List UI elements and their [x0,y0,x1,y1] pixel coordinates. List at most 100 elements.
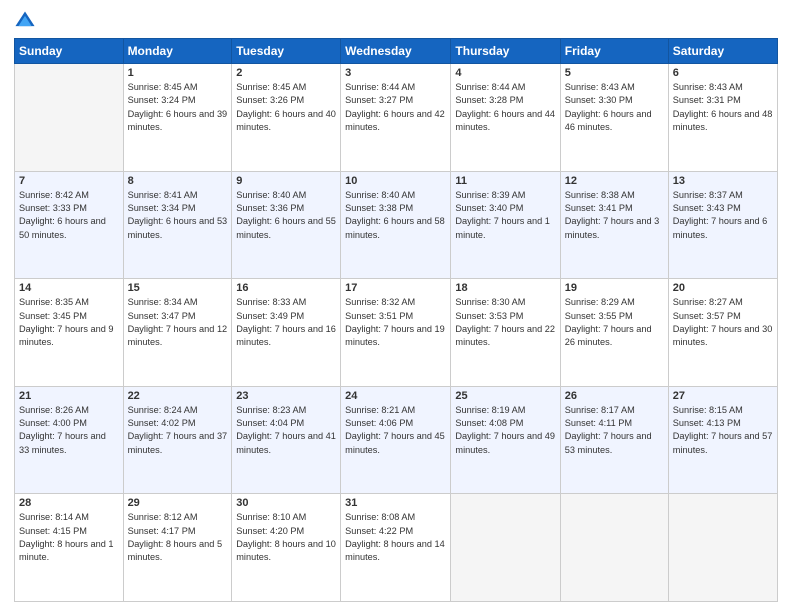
day-info: Sunrise: 8:17 AMSunset: 4:11 PMDaylight:… [565,404,664,457]
day-number: 8 [128,175,228,187]
day-info: Sunrise: 8:40 AMSunset: 3:38 PMDaylight:… [345,189,446,242]
day-info: Sunrise: 8:43 AMSunset: 3:30 PMDaylight:… [565,81,664,134]
calendar-cell: 12 Sunrise: 8:38 AMSunset: 3:41 PMDayligh… [560,171,668,279]
day-number: 11 [455,175,555,187]
day-info: Sunrise: 8:35 AMSunset: 3:45 PMDaylight:… [19,296,119,349]
day-number: 30 [236,497,336,509]
day-info: Sunrise: 8:30 AMSunset: 3:53 PMDaylight:… [455,296,555,349]
day-info: Sunrise: 8:26 AMSunset: 4:00 PMDaylight:… [19,404,119,457]
calendar-cell: 24 Sunrise: 8:21 AMSunset: 4:06 PMDayligh… [341,386,451,494]
day-info: Sunrise: 8:21 AMSunset: 4:06 PMDaylight:… [345,404,446,457]
header-thursday: Thursday [451,39,560,64]
calendar-cell: 1 Sunrise: 8:45 AMSunset: 3:24 PMDaylight… [123,64,232,172]
calendar-cell: 17Sunrise: 8:32 AMSunset: 3:51 PMDayligh… [341,279,451,387]
calendar-cell: 3Sunrise: 8:44 AMSunset: 3:27 PMDaylight… [341,64,451,172]
day-number: 17 [345,282,446,294]
calendar-week-1: 1 Sunrise: 8:45 AMSunset: 3:24 PMDaylight… [15,64,778,172]
calendar-cell: 27Sunrise: 8:15 AMSunset: 4:13 PMDayligh… [668,386,777,494]
calendar-cell: 31 Sunrise: 8:08 AMSunset: 4:22 PMDayligh… [341,494,451,602]
header-tuesday: Tuesday [232,39,341,64]
day-number: 18 [455,282,555,294]
calendar-cell: 11 Sunrise: 8:39 AMSunset: 3:40 PMDayligh… [451,171,560,279]
header-saturday: Saturday [668,39,777,64]
header-friday: Friday [560,39,668,64]
day-number: 9 [236,175,336,187]
calendar-cell: 20 Sunrise: 8:27 AMSunset: 3:57 PMDayligh… [668,279,777,387]
day-number: 7 [19,175,119,187]
calendar-header-row: SundayMondayTuesdayWednesdayThursdayFrid… [15,39,778,64]
header-sunday: Sunday [15,39,124,64]
calendar-table: SundayMondayTuesdayWednesdayThursdayFrid… [14,38,778,602]
calendar-cell: 28 Sunrise: 8:14 AMSunset: 4:15 PMDayligh… [15,494,124,602]
day-number: 26 [565,390,664,402]
day-info: Sunrise: 8:19 AMSunset: 4:08 PMDaylight:… [455,404,555,457]
calendar-cell: 30Sunrise: 8:10 AMSunset: 4:20 PMDayligh… [232,494,341,602]
day-info: Sunrise: 8:24 AMSunset: 4:02 PMDaylight:… [128,404,228,457]
day-number: 4 [455,67,555,79]
day-info: Sunrise: 8:33 AMSunset: 3:49 PMDaylight:… [236,296,336,349]
day-number: 23 [236,390,336,402]
day-info: Sunrise: 8:29 AMSunset: 3:55 PMDaylight:… [565,296,664,349]
day-number: 6 [673,67,773,79]
calendar-cell: 18 Sunrise: 8:30 AMSunset: 3:53 PMDayligh… [451,279,560,387]
calendar-cell: 15Sunrise: 8:34 AMSunset: 3:47 PMDayligh… [123,279,232,387]
day-info: Sunrise: 8:40 AMSunset: 3:36 PMDaylight:… [236,189,336,242]
calendar-cell: 14 Sunrise: 8:35 AMSunset: 3:45 PMDayligh… [15,279,124,387]
day-number: 5 [565,67,664,79]
day-number: 3 [345,67,446,79]
day-number: 10 [345,175,446,187]
calendar-cell: 29 Sunrise: 8:12 AMSunset: 4:17 PMDayligh… [123,494,232,602]
day-number: 14 [19,282,119,294]
calendar-cell: 9 Sunrise: 8:40 AMSunset: 3:36 PMDaylight… [232,171,341,279]
day-number: 16 [236,282,336,294]
calendar-cell: 2 Sunrise: 8:45 AMSunset: 3:26 PMDaylight… [232,64,341,172]
day-info: Sunrise: 8:41 AMSunset: 3:34 PMDaylight:… [128,189,228,242]
calendar-cell: 7 Sunrise: 8:42 AMSunset: 3:33 PMDaylight… [15,171,124,279]
day-number: 25 [455,390,555,402]
calendar-cell: 5 Sunrise: 8:43 AMSunset: 3:30 PMDaylight… [560,64,668,172]
day-info: Sunrise: 8:08 AMSunset: 4:22 PMDaylight:… [345,511,446,564]
day-number: 29 [128,497,228,509]
day-number: 2 [236,67,336,79]
calendar-cell [451,494,560,602]
calendar-cell: 16 Sunrise: 8:33 AMSunset: 3:49 PMDayligh… [232,279,341,387]
day-info: Sunrise: 8:39 AMSunset: 3:40 PMDaylight:… [455,189,555,242]
day-info: Sunrise: 8:12 AMSunset: 4:17 PMDaylight:… [128,511,228,564]
day-number: 31 [345,497,446,509]
day-info: Sunrise: 8:42 AMSunset: 3:33 PMDaylight:… [19,189,119,242]
day-info: Sunrise: 8:45 AMSunset: 3:26 PMDaylight:… [236,81,336,134]
day-number: 22 [128,390,228,402]
calendar-cell: 23 Sunrise: 8:23 AMSunset: 4:04 PMDayligh… [232,386,341,494]
day-number: 24 [345,390,446,402]
day-number: 12 [565,175,664,187]
day-number: 13 [673,175,773,187]
calendar-cell: 19 Sunrise: 8:29 AMSunset: 3:55 PMDayligh… [560,279,668,387]
day-number: 19 [565,282,664,294]
calendar-cell: 21 Sunrise: 8:26 AMSunset: 4:00 PMDayligh… [15,386,124,494]
calendar-cell: 4 Sunrise: 8:44 AMSunset: 3:28 PMDaylight… [451,64,560,172]
calendar-week-4: 21 Sunrise: 8:26 AMSunset: 4:00 PMDayligh… [15,386,778,494]
day-number: 28 [19,497,119,509]
day-number: 20 [673,282,773,294]
calendar-cell [560,494,668,602]
day-info: Sunrise: 8:27 AMSunset: 3:57 PMDaylight:… [673,296,773,349]
day-info: Sunrise: 8:44 AMSunset: 3:28 PMDaylight:… [455,81,555,134]
day-info: Sunrise: 8:38 AMSunset: 3:41 PMDaylight:… [565,189,664,242]
day-number: 21 [19,390,119,402]
calendar-cell: 13Sunrise: 8:37 AMSunset: 3:43 PMDayligh… [668,171,777,279]
calendar-cell: 26 Sunrise: 8:17 AMSunset: 4:11 PMDayligh… [560,386,668,494]
logo-icon [14,10,36,32]
calendar-week-2: 7 Sunrise: 8:42 AMSunset: 3:33 PMDaylight… [15,171,778,279]
day-info: Sunrise: 8:14 AMSunset: 4:15 PMDaylight:… [19,511,119,564]
day-info: Sunrise: 8:23 AMSunset: 4:04 PMDaylight:… [236,404,336,457]
day-info: Sunrise: 8:34 AMSunset: 3:47 PMDaylight:… [128,296,228,349]
calendar-cell: 25 Sunrise: 8:19 AMSunset: 4:08 PMDayligh… [451,386,560,494]
logo [14,10,40,32]
calendar-cell [668,494,777,602]
calendar-cell: 22 Sunrise: 8:24 AMSunset: 4:02 PMDayligh… [123,386,232,494]
day-number: 1 [128,67,228,79]
day-info: Sunrise: 8:43 AMSunset: 3:31 PMDaylight:… [673,81,773,134]
calendar-cell: 8 Sunrise: 8:41 AMSunset: 3:34 PMDaylight… [123,171,232,279]
day-info: Sunrise: 8:45 AMSunset: 3:24 PMDaylight:… [128,81,228,134]
calendar-week-3: 14 Sunrise: 8:35 AMSunset: 3:45 PMDayligh… [15,279,778,387]
